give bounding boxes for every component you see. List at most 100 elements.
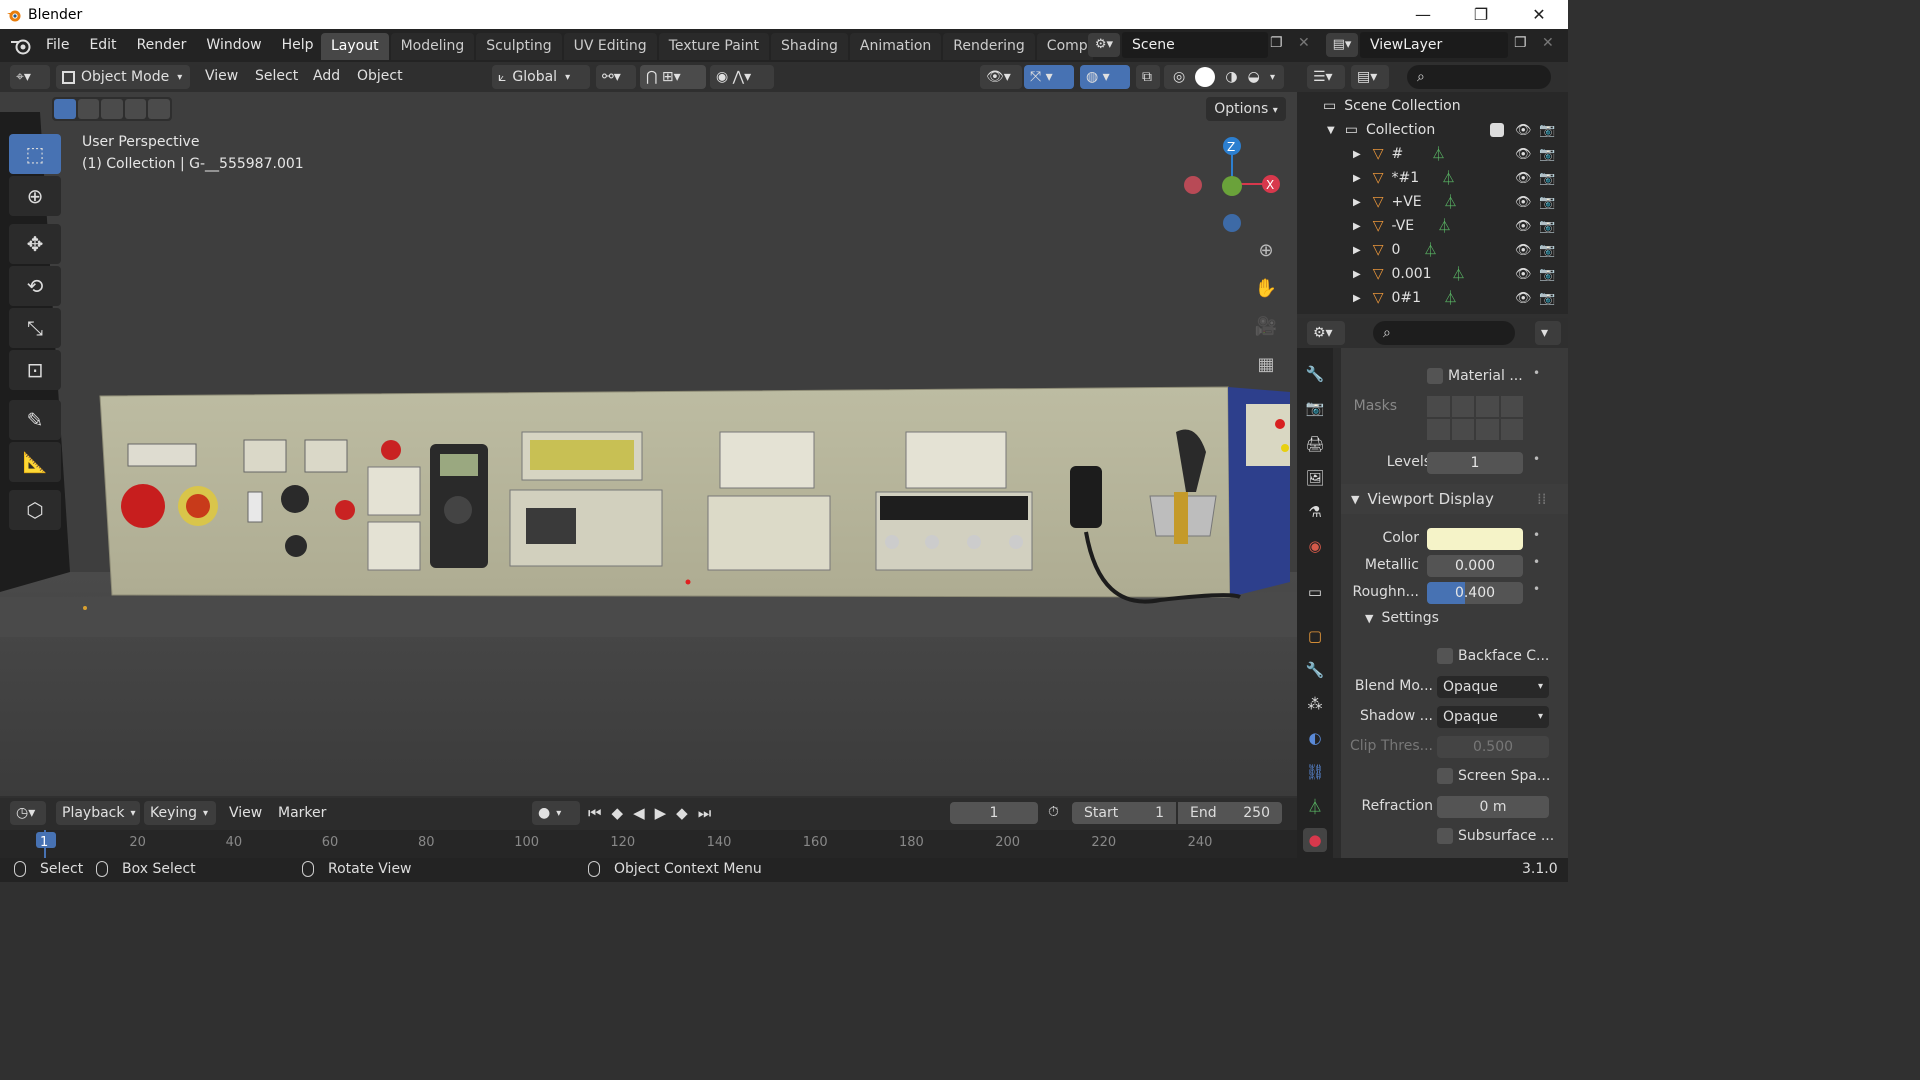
rendered-shading-icon[interactable]: ◒: [1248, 69, 1260, 85]
menu-edit[interactable]: Edit: [79, 29, 126, 62]
delete-view-layer-icon[interactable]: ✕: [1542, 35, 1554, 51]
jump-end-icon[interactable]: ⏭: [698, 804, 712, 822]
play-reverse-icon[interactable]: ◀: [633, 804, 645, 822]
select-intersect-icon[interactable]: [148, 99, 170, 119]
pivot-point-icon[interactable]: ⚯▾: [596, 65, 636, 89]
collection-expand-icon[interactable]: ▼: [1327, 125, 1335, 136]
visibility-icon[interactable]: 👁: [1515, 267, 1532, 282]
current-frame-field[interactable]: 1: [950, 802, 1038, 824]
world-tab-icon[interactable]: ◉: [1303, 534, 1327, 558]
visibility-icon[interactable]: 👁▾: [980, 65, 1022, 89]
wireframe-shading-icon[interactable]: ◎: [1173, 69, 1185, 85]
material-shading-icon[interactable]: ◑: [1225, 69, 1237, 85]
subsurface-checkbox[interactable]: [1437, 828, 1453, 844]
collection-visibility-icon[interactable]: 👁: [1515, 123, 1532, 138]
tab-animation[interactable]: Animation: [849, 33, 942, 60]
record-keyframe-button[interactable]: ● ▾: [532, 801, 580, 825]
solid-shading-icon[interactable]: [1195, 67, 1216, 87]
pan-hand-icon[interactable]: ✋: [1250, 272, 1282, 304]
visibility-icon[interactable]: 👁: [1515, 219, 1532, 234]
tab-texture-paint[interactable]: Texture Paint: [658, 33, 770, 60]
annotate-tool-icon[interactable]: ✎: [9, 400, 61, 440]
new-view-layer-icon[interactable]: ❐: [1514, 35, 1527, 51]
editor-type-icon[interactable]: ⌖▾: [10, 65, 50, 89]
render-icon[interactable]: 📷: [1539, 243, 1555, 258]
overlay-toggle-icon[interactable]: ◍ ▾: [1080, 65, 1130, 89]
outliner-item[interactable]: ▶ ▽ 0#1 ⏃ 👁 📷: [1297, 286, 1568, 310]
outliner-editor-type-icon[interactable]: ☰▾: [1307, 65, 1345, 89]
scene-tab-icon[interactable]: ⚗: [1303, 500, 1327, 524]
color-swatch[interactable]: [1427, 528, 1523, 550]
visibility-icon[interactable]: 👁: [1515, 195, 1532, 210]
visibility-icon[interactable]: 👁: [1515, 147, 1532, 162]
blend-mode-dropdown[interactable]: Opaque ▾: [1437, 676, 1549, 698]
constraints-tab-icon[interactable]: ⛓: [1303, 760, 1327, 784]
roughness-slider[interactable]: 0.400: [1427, 582, 1523, 604]
rotate-tool-icon[interactable]: ⟲: [9, 266, 61, 306]
jump-start-icon[interactable]: ⏮: [588, 804, 602, 822]
screen-space-row[interactable]: Screen Spa...: [1437, 768, 1550, 784]
refraction-field[interactable]: 0 m: [1437, 796, 1549, 818]
3d-viewport[interactable]: User Perspective (1) Collection | G-__55…: [0, 92, 1297, 796]
menu-render[interactable]: Render: [127, 29, 197, 62]
view-layer-selector-icon[interactable]: ▤▾: [1326, 33, 1358, 57]
physics-tab-icon[interactable]: ◐: [1303, 726, 1327, 750]
properties-editor-type-icon[interactable]: ⚙▾: [1307, 321, 1345, 345]
timeline-ruler[interactable]: 1 20 40 60 80 100 120 140 160 180 200 220 240: [0, 830, 1297, 858]
gizmo-toggle-icon[interactable]: ⤧ ▾: [1024, 65, 1074, 89]
data-tab-icon[interactable]: ⏃: [1303, 794, 1327, 818]
outliner-search-input[interactable]: ⌕: [1407, 65, 1551, 89]
render-icon[interactable]: 📷: [1539, 195, 1555, 210]
timeline-view-menu[interactable]: View: [229, 805, 262, 821]
delete-scene-icon[interactable]: ✕: [1298, 35, 1310, 51]
view-layer-field[interactable]: ViewLayer: [1360, 32, 1508, 58]
collection-exclude-checkbox[interactable]: [1490, 123, 1504, 137]
end-frame-field[interactable]: End 250: [1178, 802, 1282, 824]
properties-options-icon[interactable]: ▾: [1535, 321, 1561, 345]
render-icon[interactable]: 📷: [1539, 219, 1555, 234]
proportional-editing-icon[interactable]: ◉ ⋀▾: [710, 65, 774, 89]
menu-add[interactable]: Add: [313, 68, 340, 84]
playback-dropdown[interactable]: Playback ▾: [56, 801, 140, 825]
keying-dropdown[interactable]: Keying ▾: [144, 801, 216, 825]
screen-space-checkbox[interactable]: [1437, 768, 1453, 784]
render-tab-icon[interactable]: 📷: [1303, 396, 1327, 420]
keyframe-dot-icon[interactable]: •: [1533, 528, 1540, 542]
properties-search-input[interactable]: ⌕: [1373, 321, 1515, 345]
snap-icon[interactable]: ⋂ ⊞▾: [640, 65, 706, 89]
outliner-item[interactable]: ▶ ▽ 0.001 ⏃ 👁 📷: [1297, 262, 1568, 286]
collection-tab-icon[interactable]: ▭: [1303, 580, 1327, 604]
select-box-tool-icon[interactable]: ⬚: [9, 134, 61, 174]
menu-view[interactable]: View: [205, 68, 238, 84]
particles-tab-icon[interactable]: ⁂: [1303, 692, 1327, 716]
drag-handle-icon[interactable]: ⁞⁞: [1537, 490, 1547, 508]
play-icon[interactable]: ▶: [655, 804, 667, 822]
metallic-field[interactable]: 0.000: [1427, 555, 1523, 577]
shadow-mode-dropdown[interactable]: Opaque ▾: [1437, 706, 1549, 728]
scene-selector-icon[interactable]: ⚙▾: [1088, 33, 1120, 57]
viewport-display-header[interactable]: ▼ Viewport Display ⁞⁞: [1341, 484, 1568, 514]
visibility-icon[interactable]: 👁: [1515, 171, 1532, 186]
material-tab-icon[interactable]: ●: [1303, 828, 1327, 852]
render-icon[interactable]: 📷: [1539, 147, 1555, 162]
select-extend-icon[interactable]: [77, 99, 100, 119]
menu-select[interactable]: Select: [255, 68, 298, 84]
tab-sculpting[interactable]: Sculpting: [476, 33, 562, 60]
preview-range-icon[interactable]: ⏱: [1048, 804, 1059, 820]
material-row[interactable]: Material ...: [1427, 368, 1523, 384]
next-keyframe-icon[interactable]: ◆: [676, 804, 688, 822]
timeline-marker-menu[interactable]: Marker: [278, 805, 326, 821]
collection-render-icon[interactable]: 📷: [1539, 123, 1555, 138]
close-window-button[interactable]: ✕: [1510, 0, 1568, 29]
outliner-item[interactable]: ▶ ▽ # ⏃ 👁 📷: [1297, 142, 1568, 166]
cursor-tool-icon[interactable]: ⊕: [9, 176, 61, 216]
zoom-icon[interactable]: ⊕: [1250, 234, 1282, 266]
tab-modeling[interactable]: Modeling: [390, 33, 475, 60]
visibility-icon[interactable]: 👁: [1515, 291, 1532, 306]
keyframe-dot-icon[interactable]: •: [1533, 452, 1540, 466]
start-frame-field[interactable]: Start 1: [1072, 802, 1176, 824]
backface-culling-row[interactable]: Backface C...: [1437, 648, 1549, 664]
select-subtract-icon[interactable]: [101, 99, 123, 119]
modifier-tab-icon[interactable]: 🔧: [1303, 658, 1327, 682]
navigation-gizmo[interactable]: Z X: [1180, 132, 1290, 242]
